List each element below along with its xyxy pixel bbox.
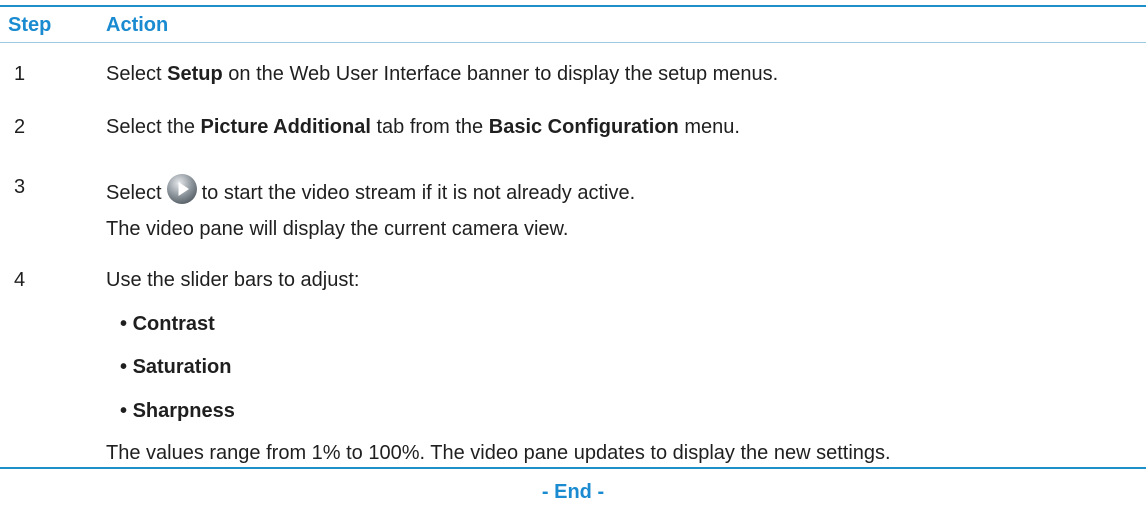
step-3-text: Select to start the video stream if it is… [106, 173, 635, 207]
bullet-saturation: • Saturation [120, 356, 232, 378]
bullet-sharpness: • Sharpness [120, 400, 235, 422]
header-step: Step [8, 14, 52, 36]
step-3-note: The video pane will display the current … [106, 218, 569, 240]
step-2-number: 2 [14, 116, 26, 138]
header-action: Action [106, 14, 169, 36]
end-marker: - End - [541, 481, 605, 503]
bullet-contrast: • Contrast [120, 313, 215, 335]
top-rule [0, 5, 1146, 7]
step-1-number: 1 [14, 63, 26, 85]
step-3-number: 3 [14, 176, 26, 198]
step-4-number: 4 [14, 269, 26, 291]
step-2-text: Select the Picture Additional tab from t… [106, 116, 740, 138]
step-4-note: The values range from 1% to 100%. The vi… [106, 442, 891, 464]
step-4-text: Use the slider bars to adjust: [106, 269, 360, 291]
step-1-text: Select Setup on the Web User Interface b… [106, 63, 779, 85]
play-icon [166, 173, 198, 205]
bottom-rule [0, 467, 1146, 469]
header-rule [0, 42, 1146, 43]
